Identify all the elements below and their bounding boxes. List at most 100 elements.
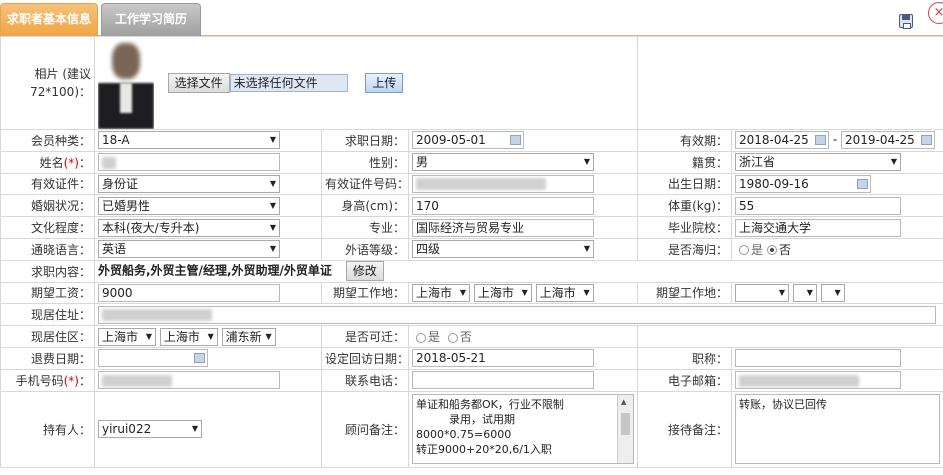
transferable-no-radio[interactable] (447, 332, 458, 343)
education-label: 文化程度： (0, 216, 95, 239)
email-input[interactable] (735, 371, 902, 390)
refund-date-label: 退费日期： (0, 346, 95, 370)
close-icon[interactable]: × (928, 2, 943, 24)
residence-city-select[interactable]: 上海市 ▼ (159, 327, 218, 346)
school-input[interactable]: 上海交通大学 (735, 218, 902, 237)
photo-cell: 选择文件 未选择任何文件 上传 (93, 36, 639, 130)
school-label: 毕业院校： (637, 216, 733, 239)
advisor-note-label: 顾问备注： (321, 390, 409, 468)
visit-date-label: 设定回访日期： (321, 346, 409, 370)
residence-province-select[interactable]: 上海市 ▼ (98, 327, 156, 346)
mobile-input[interactable] (98, 371, 280, 390)
language-label: 通晓语言： (0, 237, 95, 261)
member-type-label: 会员种类： (0, 129, 95, 152)
returnee-yes-radio[interactable] (739, 245, 750, 256)
language-select[interactable]: 英语 ▼ (98, 240, 280, 259)
origin-label: 籍贯： (637, 150, 733, 174)
holder-label: 持有人： (0, 390, 95, 468)
calendar-icon[interactable] (194, 353, 205, 364)
gender-label: 性别： (321, 150, 409, 174)
work-location-2-province-select[interactable]: ▼ (735, 283, 790, 302)
work-location-label: 期望工作地： (321, 281, 409, 305)
reception-note-label: 接待备注： (637, 390, 733, 468)
calendar-icon[interactable] (510, 135, 521, 146)
address-input[interactable] (98, 305, 936, 324)
tab-bar: 求职者基本信息 工作学习简历 × (0, 0, 943, 36)
valid-separator: - (832, 132, 838, 147)
mobile-label: 手机号码(*)： (0, 368, 95, 392)
birth-date-input[interactable]: 1980-09-16 (735, 174, 872, 193)
id-number-input[interactable] (412, 174, 594, 193)
marital-label: 婚姻状况： (0, 194, 95, 218)
refund-date-input[interactable] (98, 349, 208, 368)
scrollbar[interactable] (617, 395, 634, 464)
gender-select[interactable]: 男 ▼ (412, 153, 594, 172)
residence-district-select[interactable]: 浦东新 ▼ (221, 327, 276, 346)
job-content-value: 外贸船务,外贸主管/经理,外贸助理/外贸单证 (98, 263, 332, 278)
file-name-field: 未选择任何文件 (229, 74, 348, 92)
weight-label: 体重(kg)： (637, 194, 733, 218)
visit-date-input[interactable]: 2018-05-21 (412, 349, 594, 368)
returnee-label: 是否海归： (637, 237, 733, 261)
origin-select[interactable]: 浙江省 ▼ (735, 153, 902, 172)
phone-input[interactable] (412, 371, 594, 390)
language-level-label: 外语等级： (321, 237, 409, 261)
photo-blank-cell (637, 36, 943, 130)
id-type-select[interactable]: 身份证 ▼ (98, 174, 280, 193)
job-title-input[interactable] (735, 349, 902, 368)
major-label: 专业： (321, 216, 409, 239)
calendar-icon[interactable] (815, 135, 827, 146)
returnee-radio-group: 是否 (731, 237, 943, 261)
save-icon[interactable] (899, 14, 913, 29)
birth-date-label: 出生日期： (637, 172, 733, 196)
valid-from-input[interactable]: 2018-04-25 (735, 131, 830, 150)
work-location-province-select[interactable]: 上海市 ▼ (412, 283, 470, 302)
salary-input[interactable]: 9000 (98, 283, 280, 302)
upload-button[interactable]: 上传 (365, 73, 404, 93)
phone-label: 联系电话： (321, 368, 409, 392)
weight-input[interactable]: 55 (735, 196, 902, 215)
id-type-label: 有效证件： (0, 172, 95, 196)
advisor-note-textarea[interactable]: 单证和船务都OK，行业不限制 录用，试用期 8000*0.75=6000 转正9… (412, 394, 635, 465)
applicant-form: 相片 (建议72*100)： 选择文件 未选择任何文件 上传 会员种类： 18-A… (0, 36, 943, 468)
apply-date-input[interactable]: 2009-05-01 (412, 131, 524, 150)
id-number-label: 有效证件号码： (321, 172, 409, 196)
height-label: 身高(cm)： (321, 194, 409, 218)
edit-job-button[interactable]: 修改 (345, 261, 384, 282)
job-content-label: 求职内容： (0, 259, 95, 283)
name-input[interactable] (98, 153, 280, 172)
education-select[interactable]: 本科(夜大/专升本) ▼ (98, 218, 280, 237)
residence-blank-cell (637, 325, 943, 348)
tab-work-study-resume[interactable]: 工作学习简历 (101, 3, 201, 36)
valid-to-input[interactable]: 2019-04-25 (841, 131, 936, 150)
work-location-city-select[interactable]: 上海市 ▼ (473, 283, 532, 302)
reception-note-textarea[interactable]: 转账，协议已回传 (735, 394, 941, 465)
residence-area-label: 现居住区： (0, 325, 95, 348)
calendar-icon[interactable] (857, 178, 869, 189)
photo-label: 相片 (建议72*100)： (0, 36, 95, 130)
email-label: 电子邮箱： (637, 368, 733, 392)
photo-image (98, 37, 154, 129)
marital-select[interactable]: 已婚男性 ▼ (98, 196, 280, 215)
transferable-yes-radio[interactable] (416, 332, 426, 343)
work-location-district-select[interactable]: 上海市 ▼ (535, 283, 594, 302)
job-content-cell: 外贸船务,外贸主管/经理,外贸助理/外贸单证 修改 (93, 259, 943, 283)
choose-file-button[interactable]: 选择文件 (167, 73, 230, 93)
height-input[interactable]: 170 (412, 196, 594, 215)
returnee-no-radio[interactable] (767, 245, 778, 256)
major-input[interactable]: 国际经济与贸易专业 (412, 218, 594, 237)
language-level-select[interactable]: 四级 ▼ (412, 240, 594, 259)
tab-basic-info[interactable]: 求职者基本信息 (0, 3, 98, 36)
work-location-2-city-select[interactable]: ▼ (792, 283, 817, 302)
apply-date-label: 求职日期： (321, 129, 409, 152)
holder-select[interactable]: yirui022 ▼ (98, 420, 202, 439)
name-label: 姓名(*)： (0, 150, 95, 174)
member-type-select[interactable]: 18-A ▼ (98, 131, 280, 150)
address-label: 现居住址： (0, 303, 95, 327)
transferable-radio-group: 是 否 (407, 325, 639, 348)
transferable-label: 是否可迁： (321, 325, 409, 348)
work-location-label-2: 期望工作地： (637, 281, 733, 305)
calendar-icon[interactable] (921, 135, 933, 146)
salary-label: 期望工资： (0, 281, 95, 305)
work-location-2-district-select[interactable]: ▼ (820, 283, 845, 302)
